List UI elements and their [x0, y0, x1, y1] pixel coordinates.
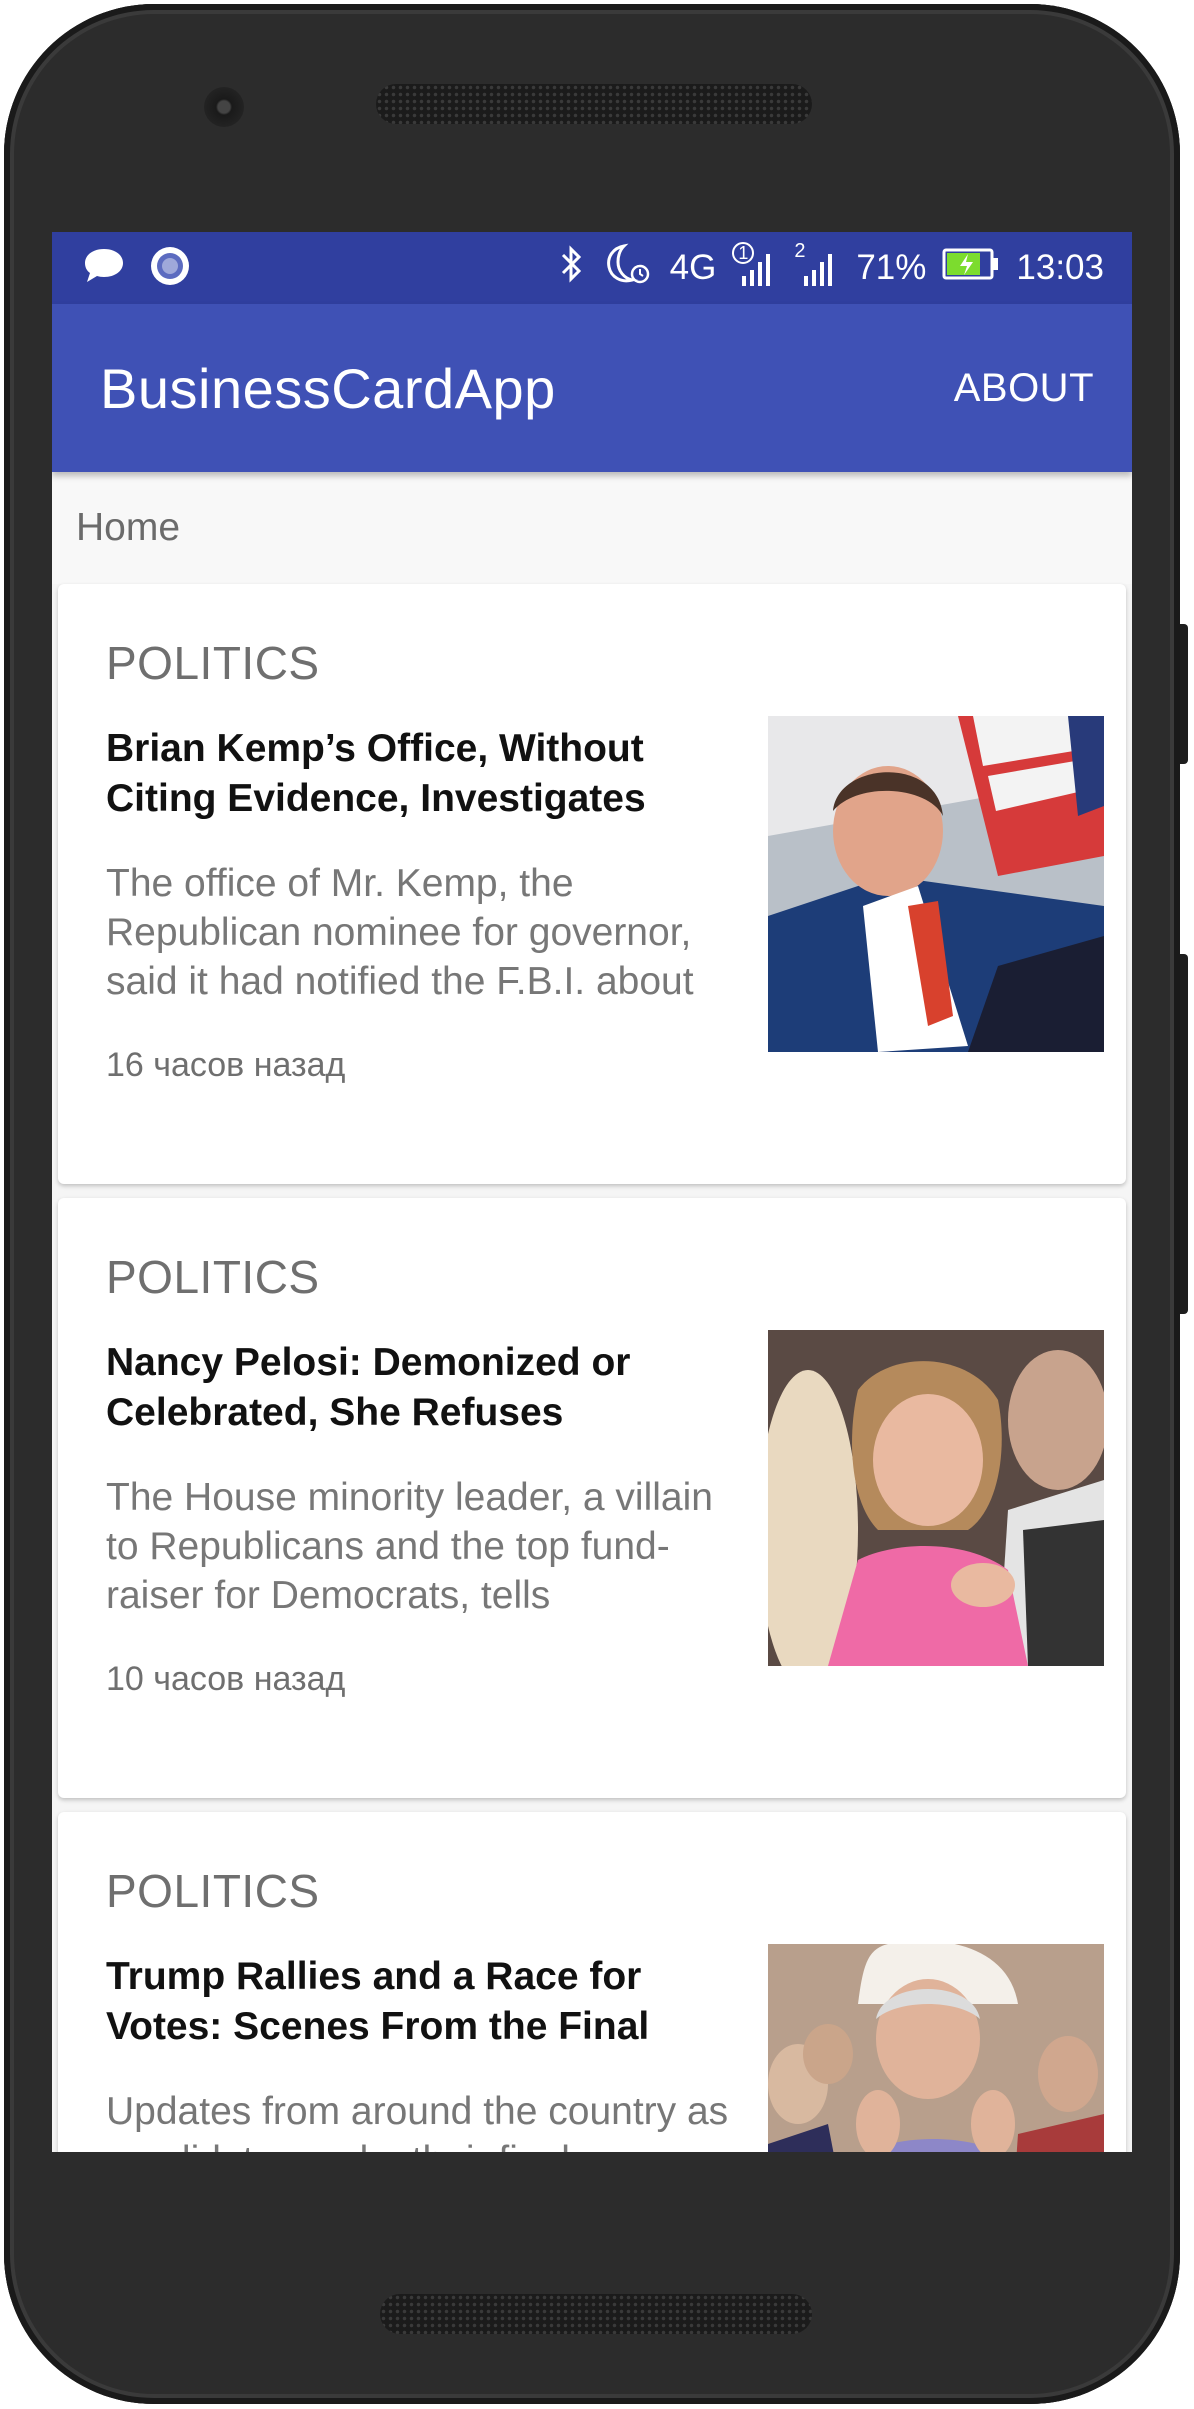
bluetooth-icon — [556, 243, 586, 294]
app-title: BusinessCardApp — [100, 356, 556, 420]
bottom-speaker — [380, 2294, 812, 2334]
news-feed[interactable]: POLITICS Brian Kemp’s Office, Without Ci… — [58, 584, 1126, 2152]
article-summary: The House minority leader, a villain to … — [106, 1476, 713, 1617]
article-time: 10 часов назад — [106, 1660, 346, 1698]
article-section: POLITICS — [106, 637, 320, 689]
network-type-label: 4G — [669, 248, 717, 287]
article-section: POLITICS — [106, 1865, 320, 1917]
article-thumbnail[interactable] — [768, 716, 1104, 1052]
power-button — [1180, 624, 1188, 764]
message-icon — [82, 246, 126, 291]
volume-button — [1180, 954, 1188, 1314]
top-speaker — [376, 84, 812, 124]
article-summary: Updates from around the country as candi… — [106, 2090, 729, 2152]
signal2-icon: 2 — [794, 240, 840, 288]
article-card[interactable]: POLITICS Trump Rallies and a Race for Vo… — [58, 1812, 1126, 2152]
status-bar: 4G 1 2 71% 13:03 — [52, 232, 1132, 304]
clock: 13:03 — [1016, 248, 1104, 287]
article-summary: The office of Mr. Kemp, the Republican n… — [106, 862, 694, 1003]
article-card[interactable]: POLITICS Nancy Pelosi: Demonized or Cele… — [58, 1198, 1126, 1798]
battery-percent: 71% — [856, 248, 927, 287]
circle-icon — [148, 244, 192, 293]
app-bar: BusinessCardApp ABOUT — [52, 304, 1132, 472]
article-headline[interactable]: Brian Kemp’s Office, Without Citing Evid… — [106, 724, 706, 824]
night-alarm-icon — [602, 242, 654, 295]
about-button[interactable]: ABOUT — [954, 366, 1094, 411]
article-headline[interactable]: Nancy Pelosi: Demonized or Celebrated, S… — [106, 1338, 706, 1438]
article-thumbnail[interactable] — [768, 1330, 1104, 1666]
signal-icon: 1 — [732, 242, 778, 288]
breadcrumb-home[interactable]: Home — [76, 506, 180, 550]
app-screen: 4G 1 2 71% 13:03 BusinessCardApp ABOUT H… — [52, 232, 1132, 2152]
article-headline[interactable]: Trump Rallies and a Race for Votes: Scen… — [106, 1952, 706, 2052]
breadcrumb: Home — [52, 472, 1132, 584]
sim2-badge: 2 — [794, 240, 806, 262]
battery-charging-icon — [942, 247, 1000, 290]
article-card[interactable]: POLITICS Brian Kemp’s Office, Without Ci… — [58, 584, 1126, 1184]
article-thumbnail[interactable] — [768, 1944, 1104, 2152]
article-time: 16 часов назад — [106, 1046, 346, 1084]
article-section: POLITICS — [106, 1251, 320, 1303]
front-camera — [204, 87, 244, 127]
